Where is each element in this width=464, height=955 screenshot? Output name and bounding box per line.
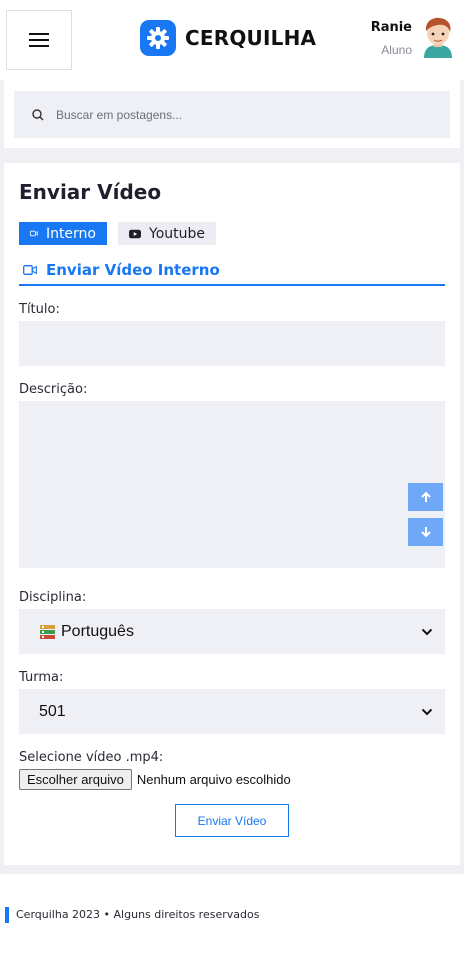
class-selected: 501 (39, 702, 66, 720)
search-box[interactable] (14, 91, 450, 138)
description-label: Descrição: (19, 382, 88, 397)
logo-gear-icon (140, 20, 176, 56)
tab-interno[interactable]: Interno (19, 222, 107, 245)
discipline-selected: Português (61, 622, 134, 640)
footer-accent-bar (5, 907, 9, 923)
submit-video-button[interactable]: Enviar Vídeo (175, 804, 289, 837)
avatar (424, 17, 452, 58)
chevron-down-icon (421, 708, 433, 715)
search-panel (4, 80, 460, 148)
scroll-down-button[interactable] (408, 518, 443, 546)
hamburger-icon (29, 33, 49, 47)
top-header: CERQUILHA Ranie Aluno (0, 0, 464, 80)
section-header: Enviar Vídeo Interno (19, 259, 445, 286)
user-role: Aluno (381, 43, 412, 57)
brand-logo[interactable]: CERQUILHA (140, 20, 316, 56)
file-label: Selecione vídeo .mp4: (19, 750, 164, 765)
title-input[interactable] (19, 321, 445, 366)
upload-video-card: Enviar Vídeo Interno Youtube Enviar Víde… (4, 163, 460, 865)
chevron-down-icon (421, 628, 433, 635)
search-icon (32, 108, 44, 120)
brand-name: CERQUILHA (185, 26, 317, 50)
discipline-label: Disciplina: (19, 590, 87, 605)
choose-file-button[interactable]: Escolher arquivo (19, 769, 132, 790)
section-title: Enviar Vídeo Interno (46, 260, 220, 279)
class-select[interactable]: 501 (19, 689, 445, 734)
books-icon (40, 624, 55, 639)
tab-youtube[interactable]: Youtube (118, 222, 216, 245)
discipline-select[interactable]: Português (19, 609, 445, 654)
menu-button[interactable] (6, 10, 72, 70)
search-input[interactable] (56, 107, 426, 122)
scroll-up-button[interactable] (408, 483, 443, 511)
file-status: Nenhum arquivo escolhido (136, 772, 291, 787)
description-textarea[interactable] (19, 401, 445, 568)
file-input: Escolher arquivo Nenhum arquivo escolhid… (19, 769, 291, 790)
title-label: Título: (19, 302, 60, 317)
footer-text: Cerquilha 2023 • Alguns direitos reserva… (16, 908, 260, 921)
arrow-up-icon (420, 491, 431, 502)
video-camera-icon (23, 264, 37, 275)
tab-interno-label: Interno (45, 225, 96, 242)
video-camera-icon (30, 230, 38, 237)
tab-youtube-label: Youtube (149, 225, 205, 242)
youtube-icon (129, 229, 141, 238)
footer: Cerquilha 2023 • Alguns direitos reserva… (0, 874, 464, 955)
arrow-down-icon (420, 527, 431, 538)
user-profile[interactable]: Ranie Aluno (371, 16, 456, 58)
page-title: Enviar Vídeo (19, 180, 162, 204)
user-name: Ranie (370, 20, 412, 35)
class-label: Turma: (19, 670, 64, 685)
